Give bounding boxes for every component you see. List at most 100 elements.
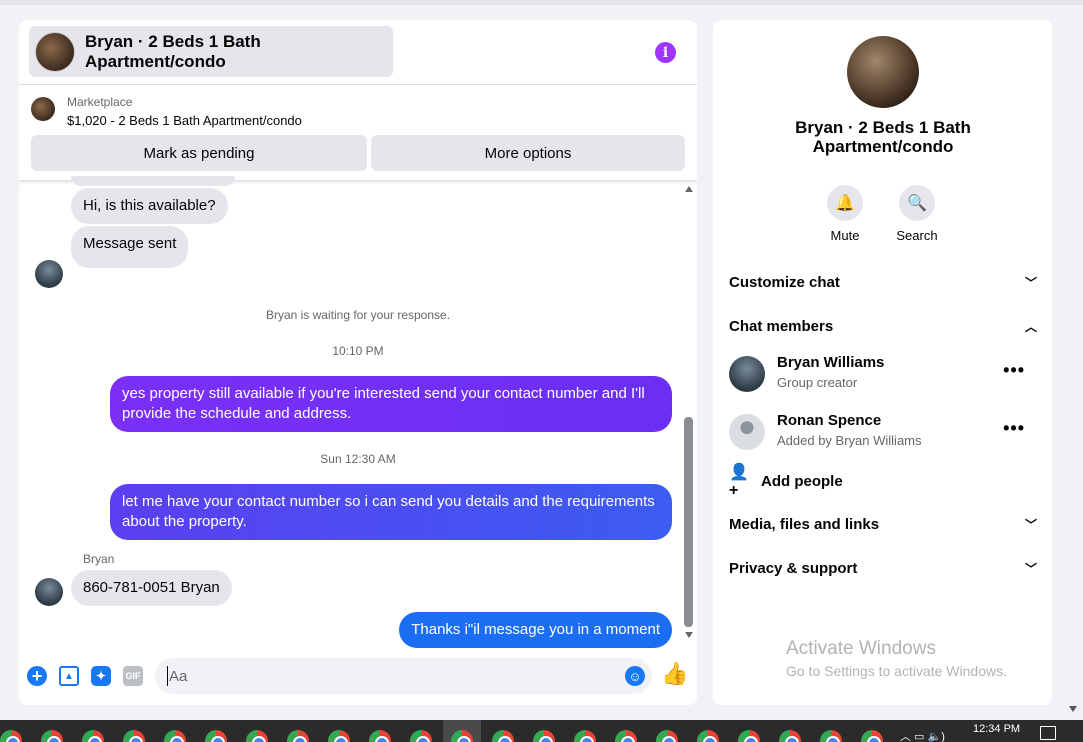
chrome-icon[interactable] — [861, 730, 883, 742]
taskbar: ︿ ▭ 🔈) 12:34 PM — [0, 720, 1083, 742]
message-bubble[interactable]: Hi, is this available? — [71, 188, 228, 224]
conversation-avatar[interactable] — [847, 36, 919, 108]
chrome-icon[interactable] — [123, 730, 145, 742]
message-input[interactable] — [167, 666, 607, 686]
more-options-button[interactable]: More options — [371, 135, 685, 171]
conversation-title: Bryan · 2 Beds 1 Bath Apartment/condo — [795, 118, 971, 156]
chrome-icon[interactable] — [574, 730, 596, 742]
message-bubble-outgoing[interactable]: yes property still available if you're i… — [110, 376, 672, 432]
listing-title[interactable]: $1,020 - 2 Beds 1 Bath Apartment/condo — [67, 113, 302, 128]
chrome-icon[interactable] — [0, 730, 22, 742]
message-bubble[interactable]: Message sent — [71, 226, 189, 268]
media-files-links-row[interactable]: Media, files and links ﹀ — [729, 512, 1037, 536]
message-bubble-outgoing[interactable]: let me have your contact number so i can… — [110, 484, 672, 540]
member-name: Ronan Spence — [777, 412, 882, 429]
member-row[interactable]: Ronan Spence Added by Bryan Williams ••• — [729, 412, 1037, 452]
chrome-icon[interactable] — [656, 730, 678, 742]
activate-windows-title: Activate Windows — [786, 638, 936, 659]
scroll-down-arrow-icon[interactable] — [1069, 706, 1077, 712]
scroll-down-arrow-icon[interactable] — [685, 632, 693, 638]
message-list[interactable]: Hi, is this available? Message sent Brya… — [19, 176, 697, 648]
member-name: Bryan Williams — [777, 354, 885, 371]
activate-windows-subtitle: Go to Settings to activate Windows. — [786, 663, 1007, 679]
customize-chat-label: Customize chat — [729, 273, 840, 291]
chat-members-label: Chat members — [729, 317, 834, 335]
plus-icon[interactable]: + — [27, 666, 47, 686]
chrome-icon[interactable] — [779, 730, 801, 742]
chrome-icon[interactable] — [328, 730, 350, 742]
member-avatar[interactable] — [729, 356, 765, 392]
chevron-down-icon: ﹀ — [1024, 275, 1037, 290]
privacy-support-row[interactable]: Privacy & support ﹀ — [729, 556, 1037, 580]
message-scrollbar[interactable] — [681, 182, 697, 642]
chrome-icon[interactable] — [533, 730, 555, 742]
chrome-icon[interactable] — [410, 730, 432, 742]
member-avatar[interactable] — [729, 414, 765, 450]
mark-as-pending-button[interactable]: Mark as pending — [31, 135, 367, 171]
chevron-down-icon: ﹀ — [1024, 517, 1037, 532]
message-input-wrapper[interactable]: ☺ — [155, 658, 652, 694]
notification-icon[interactable] — [1040, 726, 1056, 740]
gif-icon[interactable]: GIF — [123, 666, 143, 686]
chat-info-panel: Bryan · 2 Beds 1 Bath Apartment/condo 🔔 … — [713, 20, 1052, 705]
message-bubble-outgoing[interactable]: Thanks i"il message you in a moment — [399, 612, 672, 648]
chat-title: Bryan · 2 Beds 1 Bath Apartment/condo — [85, 31, 261, 71]
chrome-icon[interactable] — [287, 730, 309, 742]
bell-icon: 🔔 — [827, 185, 863, 221]
marketplace-label: Marketplace — [67, 95, 133, 109]
member-role: Group creator — [777, 375, 858, 390]
add-people-button[interactable]: 👤+ Add people — [729, 464, 843, 499]
chrome-icon[interactable] — [246, 730, 268, 742]
sender-avatar[interactable] — [35, 260, 63, 288]
chat-avatar — [35, 31, 75, 72]
search-icon: 🔍 — [899, 185, 935, 221]
system-notice: Bryan is waiting for your response. — [265, 308, 451, 322]
media-files-links-label: Media, files and links — [729, 515, 880, 533]
sender-name: Bryan — [83, 552, 115, 566]
message-bubble[interactable]: 860-781-0051 Bryan — [71, 570, 232, 606]
sender-avatar[interactable] — [35, 578, 63, 606]
search-label: Search — [896, 228, 938, 243]
chat-members-row[interactable]: Chat members ︿ — [729, 314, 1037, 338]
photo-icon[interactable]: ▲ — [59, 666, 79, 686]
chrome-icon[interactable] — [697, 730, 719, 742]
emoji-icon[interactable]: ☺ — [625, 666, 645, 686]
previous-message-bubble — [71, 176, 235, 186]
chrome-icon[interactable] — [615, 730, 637, 742]
chrome-icon[interactable] — [369, 730, 391, 742]
chat-panel: Bryan · 2 Beds 1 Bath Apartment/condo i … — [19, 20, 697, 705]
chrome-icon[interactable] — [205, 730, 227, 742]
timestamp: Sun 12:30 AM — [320, 452, 396, 466]
chrome-icon[interactable] — [738, 730, 760, 742]
more-options-icon[interactable]: ••• — [1003, 418, 1025, 439]
chrome-icon[interactable] — [820, 730, 842, 742]
search-button[interactable]: 🔍 Search — [887, 185, 947, 243]
top-border — [0, 0, 1083, 5]
taskbar-clock[interactable]: 12:34 PM — [973, 723, 1020, 735]
chrome-icon[interactable] — [492, 730, 514, 742]
mute-label: Mute — [830, 228, 860, 243]
mute-button[interactable]: 🔔 Mute — [815, 185, 875, 243]
sticker-icon[interactable]: ✦ — [91, 666, 111, 686]
more-options-icon[interactable]: ••• — [1003, 360, 1025, 381]
info-icon[interactable]: i — [655, 42, 676, 63]
privacy-support-label: Privacy & support — [729, 559, 858, 577]
add-person-icon: 👤+ — [729, 464, 749, 499]
system-tray-icons[interactable]: ︿ ▭ 🔈) — [900, 728, 945, 742]
member-row[interactable]: Bryan Williams Group creator ••• — [729, 354, 1037, 394]
customize-chat-row[interactable]: Customize chat ﹀ — [729, 270, 1037, 294]
chevron-down-icon: ﹀ — [1024, 561, 1037, 576]
scroll-up-arrow-icon[interactable] — [685, 186, 693, 192]
add-people-label: Add people — [761, 472, 843, 490]
listing-thumbnail[interactable] — [31, 97, 55, 121]
thumbs-up-icon[interactable]: 👍 — [661, 661, 688, 686]
chat-header[interactable]: Bryan · 2 Beds 1 Bath Apartment/condo — [29, 26, 393, 77]
member-role: Added by Bryan Williams — [777, 433, 922, 448]
composer: + ▲ ✦ GIF ☺ 👍 — [19, 656, 697, 696]
chrome-icon[interactable] — [41, 730, 63, 742]
chevron-up-icon: ︿ — [1024, 319, 1037, 334]
chrome-icon[interactable] — [164, 730, 186, 742]
scrollbar-thumb[interactable] — [684, 417, 693, 627]
chrome-icon[interactable] — [82, 730, 104, 742]
header-divider — [19, 84, 697, 85]
